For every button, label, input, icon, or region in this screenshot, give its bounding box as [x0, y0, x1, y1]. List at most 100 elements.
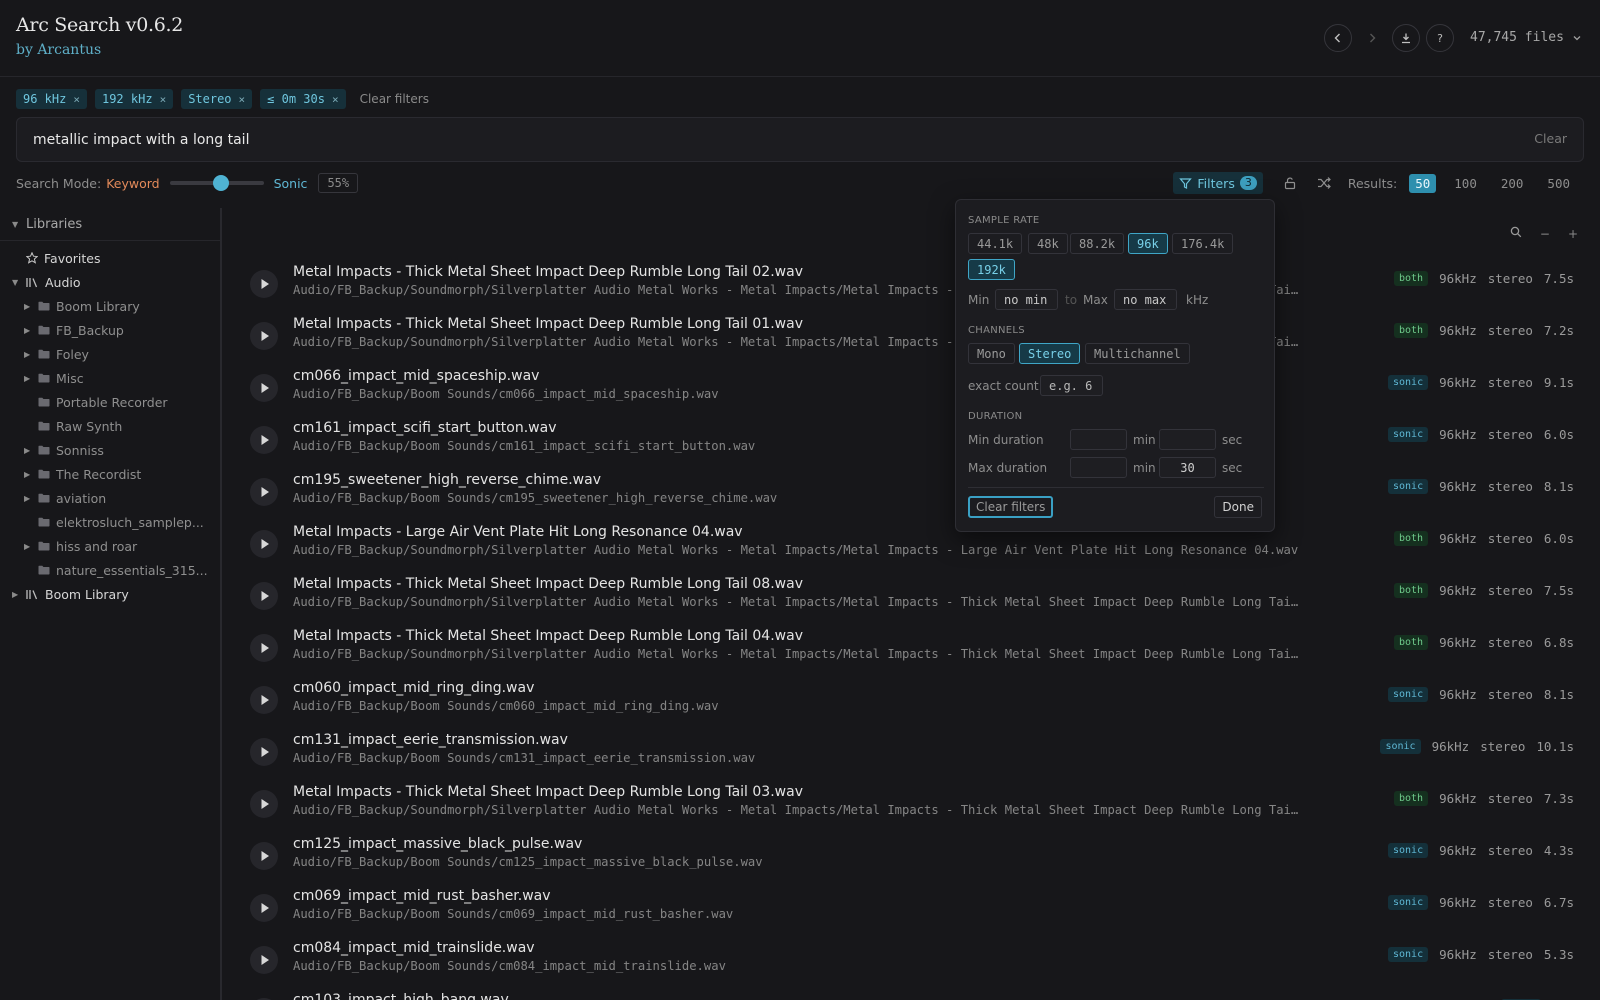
close-icon[interactable]: × — [73, 93, 80, 106]
filter-chip[interactable]: 96 kHz × — [16, 89, 87, 109]
sidebar-item[interactable]: ▶ Foley — [24, 344, 89, 364]
result-row[interactable]: cm069_impact_mid_rust_basher.wav Audio/FB… — [226, 886, 1600, 938]
caret-right-icon[interactable]: ▶ — [24, 350, 32, 359]
libraries-header[interactable]: ▼ Libraries — [0, 208, 220, 241]
play-button[interactable] — [250, 946, 278, 974]
result-row[interactable]: Metal Impacts - Thick Metal Sheet Impact… — [226, 782, 1600, 834]
sidebar-item[interactable]: ▶ Boom Library — [12, 584, 129, 604]
mode-sonic-label[interactable]: Sonic — [274, 176, 308, 191]
sample-rate-option[interactable]: 192k — [968, 259, 1015, 280]
sidebar-item[interactable]: Raw Synth — [24, 416, 122, 436]
slider-thumb[interactable] — [213, 175, 230, 191]
sidebar-item[interactable]: ▶ Boom Library — [24, 296, 140, 316]
help-button[interactable]: ? — [1426, 24, 1454, 52]
result-row[interactable]: Metal Impacts - Large Air Vent Plate Hit… — [226, 522, 1600, 574]
sidebar-item[interactable]: Portable Recorder — [24, 392, 168, 412]
result-row[interactable]: cm161_impact_scifi_start_button.wav Audio… — [226, 418, 1600, 470]
result-row[interactable]: Metal Impacts - Thick Metal Sheet Impact… — [226, 574, 1600, 626]
caret-right-icon[interactable]: ▶ — [24, 302, 32, 311]
zoom-out-button[interactable]: − — [1540, 227, 1550, 241]
sidebar-item[interactable]: ▼ Audio — [12, 272, 81, 292]
sidebar-item[interactable]: ▶ FB_Backup — [24, 320, 124, 340]
filters-button[interactable]: Filters 3 — [1173, 172, 1263, 194]
panel-clear-filters-button[interactable]: Clear filters — [968, 496, 1054, 518]
filter-chip[interactable]: Stereo × — [181, 89, 253, 109]
max-duration-seconds-input[interactable]: 30 — [1159, 457, 1216, 478]
min-duration-minutes-input[interactable] — [1070, 429, 1127, 450]
play-button[interactable] — [250, 270, 278, 298]
play-button[interactable] — [250, 426, 278, 454]
results-option[interactable]: 50 — [1409, 173, 1437, 193]
file-count-dropdown[interactable]: 47,745 files — [1470, 30, 1582, 45]
play-button[interactable] — [250, 634, 278, 662]
sidebar-item[interactable]: ▶ aviation — [24, 488, 106, 508]
close-icon[interactable]: × — [239, 93, 246, 106]
lock-button[interactable] — [1283, 176, 1297, 190]
results-option[interactable]: 500 — [1541, 174, 1576, 193]
result-row[interactable]: cm131_impact_eerie_transmission.wav Audio… — [226, 730, 1600, 782]
channel-option[interactable]: Stereo — [1019, 343, 1081, 364]
zoom-in-button[interactable]: + — [1568, 227, 1578, 241]
play-button[interactable] — [250, 374, 278, 402]
sidebar-item[interactable]: ▶ hiss and roar — [24, 536, 137, 556]
sample-rate-option[interactable]: 48k — [1028, 233, 1068, 254]
caret-right-icon[interactable]: ▶ — [24, 374, 32, 383]
channel-option[interactable]: Multichannel — [1085, 343, 1190, 364]
sidebar-item[interactable]: ▶ The Recordist — [24, 464, 141, 484]
caret-right-icon[interactable]: ▶ — [24, 494, 32, 503]
caret-right-icon[interactable]: ▶ — [24, 542, 32, 551]
back-button[interactable] — [1324, 24, 1352, 52]
result-row[interactable]: Metal Impacts - Thick Metal Sheet Impact… — [226, 262, 1600, 314]
mode-percent-input[interactable]: 55% — [318, 173, 359, 193]
search-clear-button[interactable]: Clear — [1534, 131, 1567, 146]
sample-rate-option[interactable]: 44.1k — [968, 233, 1023, 254]
caret-down-icon[interactable]: ▼ — [12, 278, 20, 287]
result-row[interactable]: Metal Impacts - Thick Metal Sheet Impact… — [226, 314, 1600, 366]
sidebar-item[interactable]: ▶ Misc — [24, 368, 84, 388]
caret-right-icon[interactable]: ▶ — [12, 590, 20, 599]
result-row[interactable]: cm084_impact_mid_trainslide.wav Audio/FB_… — [226, 938, 1600, 990]
max-duration-minutes-input[interactable] — [1070, 457, 1127, 478]
results-option[interactable]: 200 — [1495, 174, 1530, 193]
results-option[interactable]: 100 — [1448, 174, 1483, 193]
play-button[interactable] — [250, 738, 278, 766]
sample-rate-option[interactable]: 88.2k — [1070, 233, 1125, 254]
clear-filters-link[interactable]: Clear filters — [360, 92, 429, 106]
result-row[interactable]: cm103_impact_high_bang.wavsonic — [226, 990, 1600, 1000]
shuffle-button[interactable] — [1317, 176, 1332, 190]
result-row[interactable]: cm066_impact_mid_spaceship.wav Audio/FB_B… — [226, 366, 1600, 418]
search-icon[interactable] — [1510, 226, 1522, 241]
mode-keyword-label[interactable]: Keyword — [106, 176, 159, 191]
close-icon[interactable]: × — [160, 93, 167, 106]
filter-chip[interactable]: ≤ 0m 30s × — [260, 89, 346, 109]
sidebar-item[interactable]: elektrosluch_samplep... — [24, 512, 204, 532]
exact-count-input[interactable]: e.g. 6 — [1040, 375, 1103, 396]
play-button[interactable] — [250, 322, 278, 350]
download-button[interactable] — [1392, 24, 1420, 52]
max-rate-input[interactable]: no max — [1114, 289, 1177, 310]
min-rate-input[interactable]: no min — [995, 289, 1058, 310]
sample-rate-option[interactable]: 176.4k — [1172, 233, 1234, 254]
result-row[interactable]: Metal Impacts - Thick Metal Sheet Impact… — [226, 626, 1600, 678]
filter-chip[interactable]: 192 kHz × — [94, 89, 174, 109]
caret-right-icon[interactable]: ▶ — [24, 326, 32, 335]
play-button[interactable] — [250, 582, 278, 610]
result-row[interactable]: cm060_impact_mid_ring_ding.wav Audio/FB_B… — [226, 678, 1600, 730]
play-button[interactable] — [250, 790, 278, 818]
search-input[interactable] — [33, 130, 1433, 150]
sample-rate-option[interactable]: 96k — [1128, 233, 1168, 254]
search-mode-slider[interactable] — [169, 175, 264, 191]
sidebar-item[interactable]: Favorites — [12, 248, 100, 268]
forward-button[interactable] — [1358, 24, 1386, 52]
result-row[interactable]: cm125_impact_massive_black_pulse.wav Audi… — [226, 834, 1600, 886]
caret-right-icon[interactable]: ▶ — [24, 446, 32, 455]
caret-right-icon[interactable]: ▶ — [24, 470, 32, 479]
result-row[interactable]: cm195_sweetener_high_reverse_chime.wav Au… — [226, 470, 1600, 522]
close-icon[interactable]: × — [332, 93, 339, 106]
play-button[interactable] — [250, 478, 278, 506]
done-button[interactable]: Done — [1214, 496, 1262, 518]
play-button[interactable] — [250, 842, 278, 870]
play-button[interactable] — [250, 686, 278, 714]
sidebar-item[interactable]: nature_essentials_315... — [24, 560, 208, 580]
play-button[interactable] — [250, 894, 278, 922]
